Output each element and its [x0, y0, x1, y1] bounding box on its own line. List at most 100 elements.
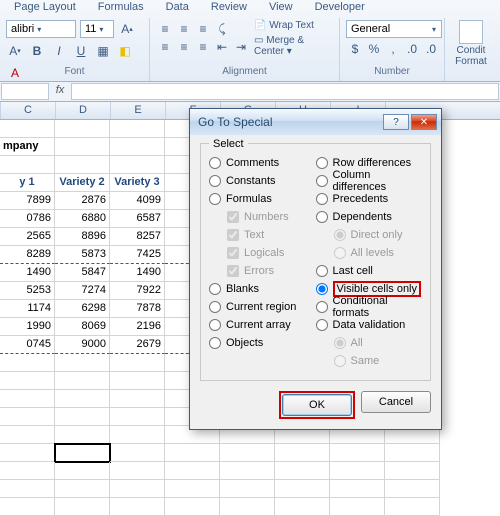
option-formulas[interactable]: Formulas: [209, 190, 316, 208]
cell[interactable]: [385, 480, 440, 498]
italic-button[interactable]: I: [50, 42, 68, 60]
cell[interactable]: [55, 372, 110, 390]
inc-decimal-button[interactable]: .0: [403, 40, 421, 58]
option-blanks[interactable]: Blanks: [209, 280, 316, 298]
cell[interactable]: [220, 480, 275, 498]
cell[interactable]: [220, 444, 275, 462]
cell[interactable]: [330, 462, 385, 480]
cell[interactable]: 2196: [110, 318, 165, 336]
cell[interactable]: [55, 480, 110, 498]
fx-icon[interactable]: fx: [50, 82, 70, 101]
cell[interactable]: [110, 462, 165, 480]
option-column-differences[interactable]: Column differences: [316, 172, 423, 190]
percent-button[interactable]: %: [365, 40, 383, 58]
cell[interactable]: Variety 2: [55, 174, 110, 192]
option-current-region[interactable]: Current region: [209, 298, 316, 316]
dialog-titlebar[interactable]: Go To Special ? ✕: [190, 109, 441, 135]
number-format-select[interactable]: General▾: [346, 20, 442, 38]
option-input[interactable]: [209, 157, 221, 169]
col-header[interactable]: E: [111, 102, 166, 119]
cell[interactable]: 5873: [55, 246, 110, 264]
indent-dec-icon[interactable]: ⇤: [213, 38, 231, 56]
font-size-select[interactable]: 11▾: [80, 20, 114, 38]
option-input[interactable]: [316, 211, 328, 223]
tab-page-layout[interactable]: Page Layout: [4, 0, 86, 18]
cell[interactable]: mpany: [0, 138, 55, 156]
cell[interactable]: 0745: [0, 336, 55, 354]
close-button[interactable]: ✕: [411, 114, 437, 130]
cell[interactable]: [110, 390, 165, 408]
option-dependents[interactable]: Dependents: [316, 208, 423, 226]
cell[interactable]: [110, 444, 165, 462]
cell[interactable]: [165, 498, 220, 516]
cell[interactable]: [165, 444, 220, 462]
cell[interactable]: [0, 390, 55, 408]
cell[interactable]: [0, 444, 55, 462]
grow-font-icon[interactable]: A▴: [118, 20, 136, 38]
cell[interactable]: 1490: [110, 264, 165, 282]
tab-view[interactable]: View: [259, 0, 303, 18]
option-input[interactable]: [209, 319, 221, 331]
align-center-icon[interactable]: ≡: [175, 38, 193, 56]
cell[interactable]: 7878: [110, 300, 165, 318]
cell[interactable]: [275, 462, 330, 480]
orientation-icon[interactable]: ⤹: [213, 20, 231, 38]
cell[interactable]: [55, 462, 110, 480]
align-left-icon[interactable]: ≡: [156, 38, 174, 56]
cell[interactable]: 7899: [0, 192, 55, 210]
tab-developer[interactable]: Developer: [305, 0, 375, 18]
cell[interactable]: 8289: [0, 246, 55, 264]
cell[interactable]: 6298: [55, 300, 110, 318]
option-input[interactable]: [209, 337, 221, 349]
cell[interactable]: 7274: [55, 282, 110, 300]
cell[interactable]: [55, 138, 110, 156]
cell[interactable]: 7425: [110, 246, 165, 264]
cell[interactable]: [165, 480, 220, 498]
option-input[interactable]: [316, 283, 328, 295]
cell[interactable]: 1490: [0, 264, 55, 282]
option-input[interactable]: [316, 265, 328, 277]
tab-formulas[interactable]: Formulas: [88, 0, 154, 18]
option-input[interactable]: [316, 193, 328, 205]
option-input[interactable]: [316, 157, 328, 169]
shrink-font-icon[interactable]: A▾: [6, 42, 24, 60]
cell[interactable]: [0, 426, 55, 444]
cell[interactable]: [275, 498, 330, 516]
option-input[interactable]: [316, 319, 328, 331]
dec-decimal-button[interactable]: .0: [422, 40, 440, 58]
cell[interactable]: [0, 480, 55, 498]
fill-color-button[interactable]: ◧: [116, 42, 134, 60]
cell[interactable]: 2876: [55, 192, 110, 210]
cell[interactable]: 4099: [110, 192, 165, 210]
option-input[interactable]: [209, 193, 221, 205]
name-box[interactable]: [1, 83, 49, 100]
formula-input[interactable]: [71, 83, 499, 100]
option-conditional-formats[interactable]: Conditional formats: [316, 298, 423, 316]
cell[interactable]: [110, 408, 165, 426]
cell[interactable]: [0, 372, 55, 390]
option-input[interactable]: [209, 301, 221, 313]
cell[interactable]: [0, 462, 55, 480]
help-button[interactable]: ?: [383, 114, 409, 130]
conditional-formatting-button[interactable]: ConditFormat: [451, 20, 491, 67]
cancel-button[interactable]: Cancel: [361, 391, 431, 413]
cell[interactable]: 9000: [55, 336, 110, 354]
cell[interactable]: [110, 426, 165, 444]
cell[interactable]: [110, 498, 165, 516]
ok-button[interactable]: OK: [282, 394, 352, 416]
cell[interactable]: [110, 354, 165, 372]
cell[interactable]: [55, 120, 110, 138]
option-input[interactable]: [209, 175, 221, 187]
option-input[interactable]: [209, 283, 221, 295]
cell[interactable]: 2679: [110, 336, 165, 354]
cell[interactable]: [55, 354, 110, 372]
cell[interactable]: [55, 408, 110, 426]
merge-center-button[interactable]: ▭ Merge & Center ▾: [254, 35, 333, 57]
cell[interactable]: [385, 444, 440, 462]
cell[interactable]: 2565: [0, 228, 55, 246]
cell[interactable]: [330, 480, 385, 498]
border-button[interactable]: ▦: [94, 42, 112, 60]
cell[interactable]: [55, 444, 110, 462]
col-header[interactable]: D: [56, 102, 111, 119]
cell[interactable]: [0, 408, 55, 426]
